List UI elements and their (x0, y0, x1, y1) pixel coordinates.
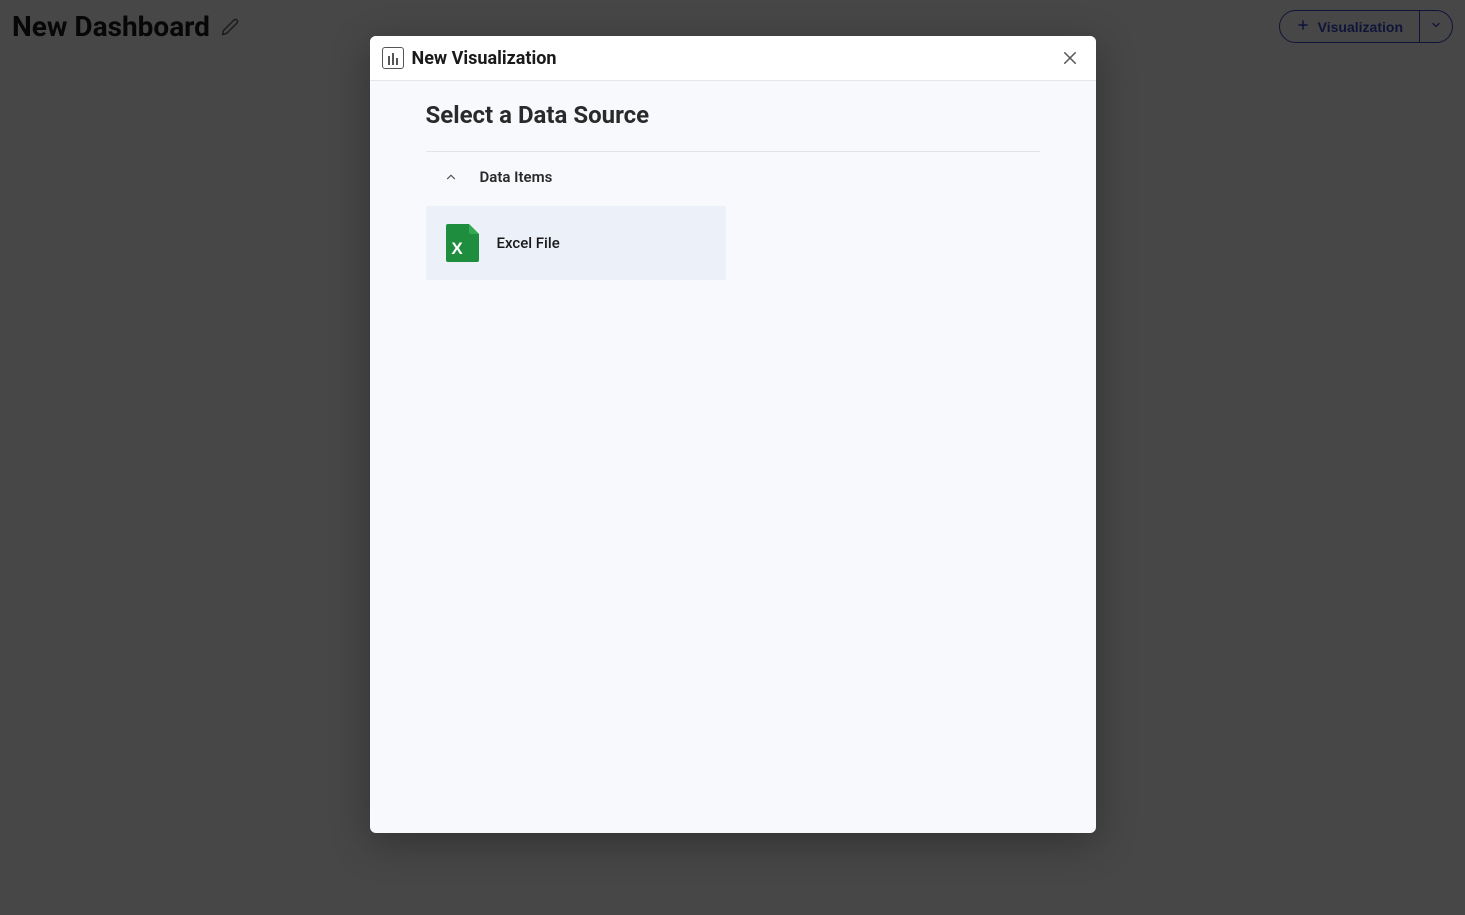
modal-title: New Visualization (412, 48, 557, 69)
modal-section-title: Select a Data Source (426, 101, 1040, 129)
close-modal-button[interactable] (1058, 46, 1082, 70)
chart-icon (382, 47, 404, 69)
data-source-label: Excel File (497, 234, 560, 252)
section-divider (426, 151, 1040, 152)
modal-header-left: New Visualization (382, 47, 557, 69)
modal-body: Select a Data Source Data Items X (370, 81, 1096, 833)
new-visualization-modal: New Visualization Select a Data Source D… (370, 36, 1096, 833)
svg-text:X: X (451, 239, 463, 258)
group-label: Data Items (480, 168, 553, 186)
modal-header: New Visualization (370, 36, 1096, 81)
data-source-excel-file[interactable]: X Excel File (426, 206, 726, 280)
data-items-group-header[interactable]: Data Items (426, 156, 1040, 198)
chevron-up-icon (444, 170, 458, 184)
excel-file-icon: X (446, 224, 479, 262)
modal-overlay[interactable]: New Visualization Select a Data Source D… (0, 0, 1465, 915)
data-source-grid: X Excel File (426, 206, 1040, 280)
